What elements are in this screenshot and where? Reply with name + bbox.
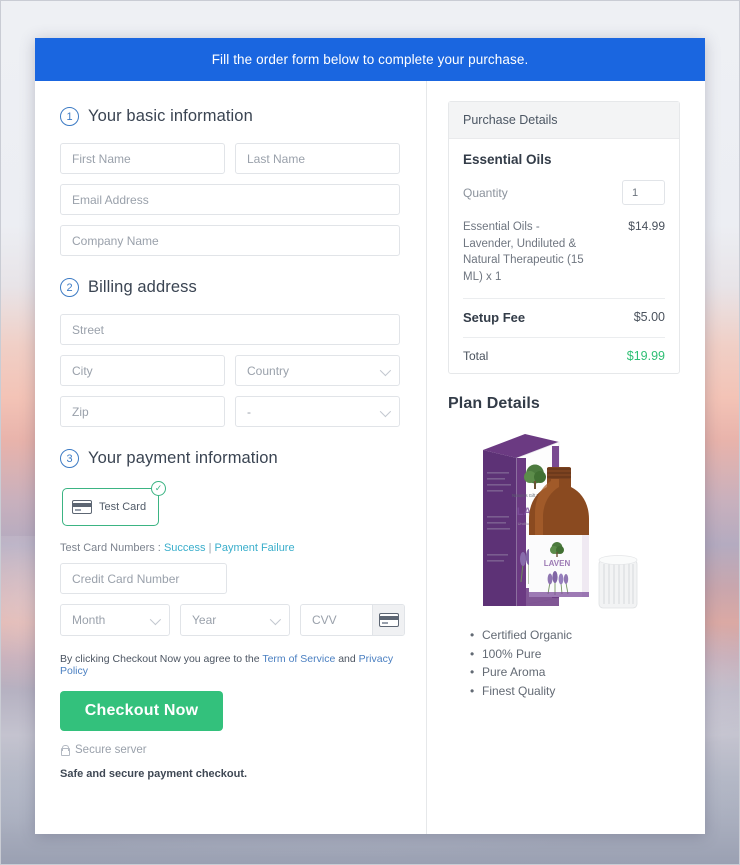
payment-failure-test-card-link[interactable]: Payment Failure	[215, 542, 295, 554]
cvv-input[interactable]: CVV	[301, 605, 372, 635]
payment-method-wrapper: Test Card ✓	[62, 481, 166, 526]
product-image: Nature's Gift To Mankind LAVEN Undiluted…	[448, 413, 680, 628]
order-form-column: 1 Your basic information First Name Last…	[35, 81, 426, 834]
card-back-icon	[378, 613, 399, 627]
product-name: Essential Oils	[463, 152, 552, 167]
email-input[interactable]: Email Address	[60, 184, 400, 215]
link-separator: |	[208, 542, 212, 554]
company-row: Company Name	[60, 225, 400, 256]
email-row: Email Address	[60, 184, 400, 215]
test-card-numbers-line: Test Card Numbers : Success | Payment Fa…	[60, 542, 400, 554]
success-test-card-link[interactable]: Success	[164, 542, 206, 554]
safe-checkout-note: Safe and secure payment checkout.	[60, 768, 248, 780]
step-3-title: Your payment information	[88, 449, 278, 467]
expiry-cvv-row: Month Year CVV	[60, 604, 405, 636]
city-input[interactable]: City	[60, 355, 225, 386]
checkout-card: Fill the order form below to complete yo…	[35, 38, 705, 834]
card-number-row: Credit Card Number	[60, 563, 400, 594]
setup-fee-value: $5.00	[633, 310, 665, 325]
banner-text: Fill the order form below to complete yo…	[211, 52, 529, 67]
purchase-details-body: Essential Oils Quantity 1 Essential Oils…	[449, 139, 679, 373]
terms-of-service-link[interactable]: Term of Service	[262, 653, 335, 665]
city-country-row: City Country	[60, 355, 400, 386]
summary-column: Purchase Details Essential Oils Quantity…	[426, 81, 705, 834]
country-select[interactable]: Country	[235, 355, 400, 386]
setup-fee-row: Setup Fee $5.00	[463, 310, 665, 325]
step-1-badge: 1	[60, 107, 79, 126]
quantity-input[interactable]: 1	[622, 180, 665, 205]
divider	[463, 336, 665, 338]
lock-icon	[60, 744, 70, 756]
expiry-year-select[interactable]: Year	[180, 604, 290, 636]
first-name-input[interactable]: First Name	[60, 143, 225, 174]
street-row: Street	[60, 314, 400, 345]
step-3-header: 3 Your payment information	[60, 449, 400, 468]
list-item: Finest Quality	[470, 684, 680, 700]
line-item-price: $14.99	[628, 219, 665, 233]
setup-fee-label: Setup Fee	[463, 309, 526, 325]
credit-card-number-input[interactable]: Credit Card Number	[60, 563, 227, 594]
check-circle-icon: ✓	[151, 481, 166, 496]
card-body: 1 Your basic information First Name Last…	[35, 81, 705, 834]
secure-server-label: Secure server	[75, 744, 147, 756]
legal-agreement-text: By clicking Checkout Now you agree to th…	[60, 653, 400, 677]
last-name-input[interactable]: Last Name	[235, 143, 400, 174]
list-item: 100% Pure	[470, 647, 680, 663]
total-value: $19.99	[626, 348, 665, 363]
quantity-row: Quantity 1	[463, 180, 665, 205]
step-1-title: Your basic information	[88, 107, 253, 125]
checkout-now-button[interactable]: Checkout Now	[60, 691, 223, 731]
state-select[interactable]: -	[235, 396, 400, 427]
step-1-header: 1 Your basic information	[60, 107, 400, 126]
credit-card-icon	[72, 500, 92, 514]
legal-conjunction: and	[338, 653, 356, 665]
secure-server-note: Secure server	[60, 744, 400, 756]
company-input[interactable]: Company Name	[60, 225, 400, 256]
total-row: Total $19.99	[463, 349, 665, 363]
list-item: Pure Aroma	[470, 665, 680, 681]
test-card-label: Test Card	[99, 501, 147, 513]
name-row: First Name Last Name	[60, 143, 400, 174]
expiry-month-select[interactable]: Month	[60, 604, 170, 636]
line-item: Essential Oils - Lavender, Undiluted & N…	[463, 219, 665, 286]
plan-details-title: Plan Details	[448, 394, 540, 412]
purchase-details-panel: Purchase Details Essential Oils Quantity…	[448, 101, 680, 374]
essential-oil-product-illustration: Nature's Gift To Mankind LAVEN Undiluted…	[483, 434, 638, 609]
line-item-description: Essential Oils - Lavender, Undiluted & N…	[463, 221, 584, 284]
legal-prefix: By clicking Checkout Now you agree to th…	[60, 653, 260, 665]
zip-state-row: Zip -	[60, 396, 400, 427]
test-card-method-option[interactable]: Test Card	[62, 488, 159, 526]
total-label: Total	[463, 348, 489, 363]
zip-input[interactable]: Zip	[60, 396, 225, 427]
cvv-field-group: CVV	[300, 604, 405, 636]
step-2-header: 2 Billing address	[60, 278, 400, 297]
quantity-label: Quantity	[463, 185, 508, 200]
banner: Fill the order form below to complete yo…	[35, 38, 705, 81]
step-3-badge: 3	[60, 449, 79, 468]
cvv-help-card-icon[interactable]	[372, 605, 404, 635]
test-card-numbers-label: Test Card Numbers :	[60, 542, 161, 554]
step-2-title: Billing address	[88, 278, 197, 296]
street-input[interactable]: Street	[60, 314, 400, 345]
plan-feature-list: Certified Organic 100% Pure Pure Aroma F…	[448, 628, 680, 700]
svg-text:LAVEN: LAVEN	[544, 559, 571, 568]
purchase-details-header: Purchase Details	[449, 102, 679, 139]
step-2-badge: 2	[60, 278, 79, 297]
list-item: Certified Organic	[470, 628, 680, 644]
divider	[463, 297, 665, 299]
